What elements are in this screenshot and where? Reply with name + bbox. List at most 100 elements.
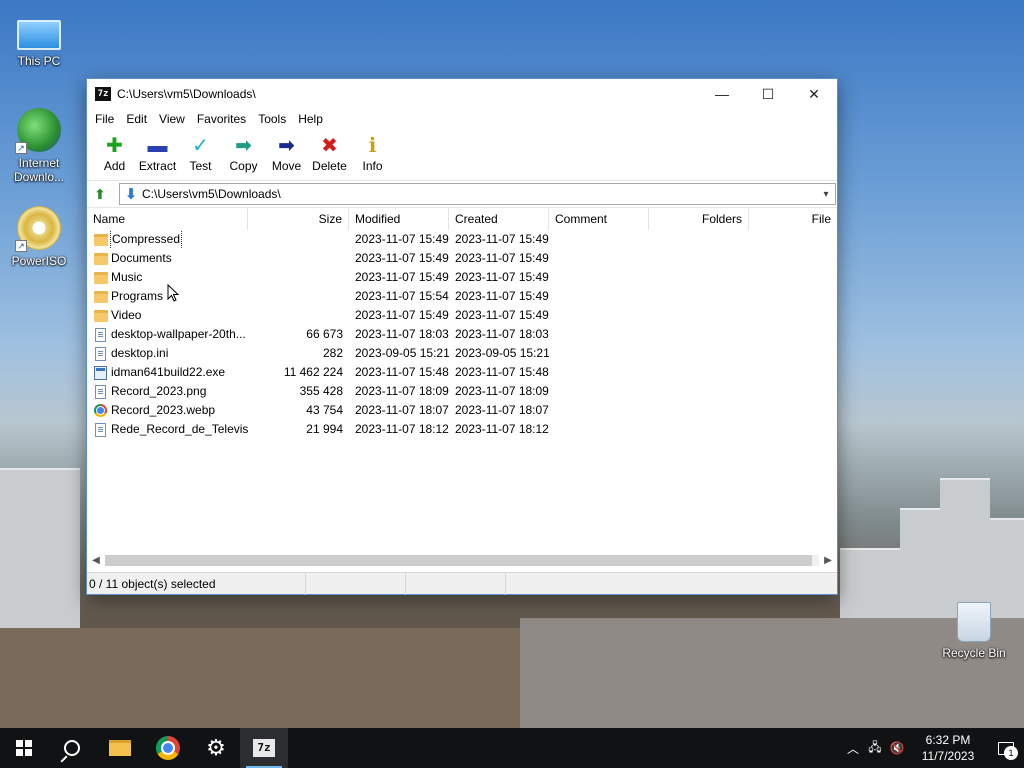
scroll-right-icon[interactable]: ▶ <box>819 555 837 566</box>
column-created[interactable]: Created <box>449 208 549 230</box>
notification-center-button[interactable]: 1 <box>988 728 1024 768</box>
table-row[interactable]: Rede_Record_de_Televis... 21 994 2023-11-0… <box>87 420 837 439</box>
cell-modified: 2023-11-07 18:03 <box>355 327 449 341</box>
clock[interactable]: 6:32 PM 11/7/2023 <box>908 732 988 764</box>
table-row[interactable]: Video 2023-11-07 15:49 2023-11-07 15:49 <box>87 306 837 325</box>
address-path[interactable]: C:\Users\vm5\Downloads\ <box>142 187 817 201</box>
7zip-icon: 7z <box>253 739 275 757</box>
toolbar: ✚ Add ▬ Extract ✓ Test ➡ Copy ➡ Move ✖ D… <box>87 129 837 181</box>
table-row[interactable]: Record_2023.webp 43 754 2023-11-07 18:07 20… <box>87 401 837 420</box>
table-row[interactable]: desktop-wallpaper-20th... 66 673 2023-11-0… <box>87 325 837 344</box>
cell-folders <box>649 363 749 382</box>
column-folders[interactable]: Folders <box>649 208 749 230</box>
desktop-icon-internet-download-manager[interactable]: ↗ Internet Downlo... <box>3 108 75 184</box>
cell-name[interactable]: Rede_Record_de_Televis... <box>87 420 248 439</box>
desktop-icon-this-pc[interactable]: This PC <box>3 12 75 68</box>
cell-modified: 2023-11-07 15:49 <box>355 270 449 284</box>
cell-comment <box>549 230 649 249</box>
column-size[interactable]: Size <box>248 208 349 230</box>
address-dropdown-chevron-icon[interactable]: ▾ <box>817 189 835 200</box>
maximize-button[interactable]: ☐ <box>745 79 791 109</box>
show-hidden-icons-chevron-up-icon[interactable]: ︿ <box>842 740 864 757</box>
cell-created: 2023-11-07 18:12 <box>455 422 549 436</box>
column-modified[interactable]: Modified <box>349 208 449 230</box>
menu-favorites[interactable]: Favorites <box>191 112 252 126</box>
column-name[interactable]: Name <box>87 208 248 230</box>
start-button[interactable] <box>0 728 48 768</box>
taskbar-7zip[interactable]: 7z <box>240 728 288 768</box>
selection-status: 0 / 11 object(s) selected <box>87 572 306 595</box>
cell-name[interactable]: desktop.ini <box>87 344 248 363</box>
cell-name[interactable]: Video <box>87 306 248 325</box>
cell-size <box>248 268 349 287</box>
cell-name[interactable]: Record_2023.png <box>87 382 248 401</box>
desktop-icon-recycle-bin[interactable]: Recycle Bin <box>938 602 1010 660</box>
menu-file[interactable]: File <box>89 112 120 126</box>
folder-up-button[interactable]: ⬆ <box>91 185 109 203</box>
cell-name[interactable]: Record_2023.webp <box>87 401 248 420</box>
volume-muted-icon[interactable]: 🔇 <box>886 741 908 755</box>
cell-folders <box>649 401 749 420</box>
menu-edit[interactable]: Edit <box>120 112 153 126</box>
column-files[interactable]: File <box>749 208 837 230</box>
address-arrow-icon: ⬇ <box>124 186 138 203</box>
close-button[interactable]: ✕ <box>791 79 837 109</box>
cell-size <box>248 287 349 306</box>
menu-bar: File Edit View Favorites Tools Help <box>87 109 837 129</box>
cell-folders <box>649 325 749 344</box>
poweriso-icon: ↗ <box>15 206 61 252</box>
cell-modified: 2023-11-07 15:49 <box>355 232 449 246</box>
menu-view[interactable]: View <box>153 112 191 126</box>
taskbar-search-button[interactable] <box>48 728 96 768</box>
cell-size: 43 754 <box>306 403 343 417</box>
extract-button[interactable]: ▬ Extract <box>136 129 179 173</box>
table-row[interactable]: Record_2023.png 355 428 2023-11-07 18:09 20… <box>87 382 837 401</box>
scroll-left-icon[interactable]: ◀ <box>87 555 105 566</box>
cell-name[interactable]: Compressed <box>87 230 248 249</box>
file-list[interactable]: Name Size Modified Created Comment Folde… <box>87 207 837 560</box>
test-button[interactable]: ✓ Test <box>179 129 222 173</box>
cell-name[interactable]: idman641build22.exe <box>87 363 248 382</box>
cell-size <box>248 306 349 325</box>
taskbar-file-explorer[interactable] <box>96 728 144 768</box>
cell-name[interactable]: desktop-wallpaper-20th... <box>87 325 248 344</box>
address-field[interactable]: ⬇ C:\Users\vm5\Downloads\ ▾ <box>119 183 836 205</box>
minimize-button[interactable]: — <box>699 79 745 109</box>
table-row[interactable]: idman641build22.exe 11 462 224 2023-11-07 … <box>87 363 837 382</box>
table-row[interactable]: Music 2023-11-07 15:49 2023-11-07 15:49 <box>87 268 837 287</box>
scroll-track[interactable] <box>105 555 819 566</box>
gear-icon: ⚙ <box>206 735 226 760</box>
title-bar[interactable]: 7z C:\Users\vm5\Downloads\ — ☐ ✕ <box>87 79 837 109</box>
cell-size: 355 428 <box>299 384 343 398</box>
file-icon <box>95 384 106 399</box>
cell-name[interactable]: Documents <box>87 249 248 268</box>
taskbar-settings[interactable]: ⚙ <box>192 728 240 768</box>
cell-created: 2023-11-07 15:48 <box>455 365 549 379</box>
taskbar-chrome[interactable] <box>144 728 192 768</box>
cell-modified: 2023-09-05 15:21 <box>355 346 449 360</box>
add-button[interactable]: ✚ Add <box>93 129 136 173</box>
cell-folders <box>649 268 749 287</box>
desktop-icon-poweriso[interactable]: ↗ PowerISO <box>3 206 75 268</box>
cell-created: 2023-11-07 15:49 <box>455 308 549 322</box>
table-row[interactable]: Documents 2023-11-07 15:49 2023-11-07 15:4… <box>87 249 837 268</box>
move-button[interactable]: ➡ Move <box>265 129 308 173</box>
file-name: Record_2023.png <box>111 384 207 398</box>
plus-icon: ✚ <box>106 135 123 157</box>
file-icon <box>95 327 106 342</box>
menu-help[interactable]: Help <box>292 112 329 126</box>
cell-files <box>749 287 837 306</box>
cell-modified: 2023-11-07 15:54 <box>355 289 449 303</box>
info-button[interactable]: ℹ Info <box>351 129 394 173</box>
scroll-thumb[interactable] <box>105 555 812 566</box>
delete-button[interactable]: ✖ Delete <box>308 129 351 173</box>
clock-date: 11/7/2023 <box>921 749 975 763</box>
table-row[interactable]: Compressed 2023-11-07 15:49 2023-11-07 15:… <box>87 230 837 249</box>
table-row[interactable]: desktop.ini 282 2023-09-05 15:21 2023-09-05… <box>87 344 837 363</box>
table-row[interactable]: Programs 2023-11-07 15:54 2023-11-07 15:49 <box>87 287 837 306</box>
menu-tools[interactable]: Tools <box>252 112 292 126</box>
horizontal-scrollbar[interactable]: ◀ ▶ <box>87 552 837 569</box>
copy-button[interactable]: ➡ Copy <box>222 129 265 173</box>
column-comment[interactable]: Comment <box>549 208 649 230</box>
network-icon[interactable]: 🖧 <box>864 738 886 759</box>
